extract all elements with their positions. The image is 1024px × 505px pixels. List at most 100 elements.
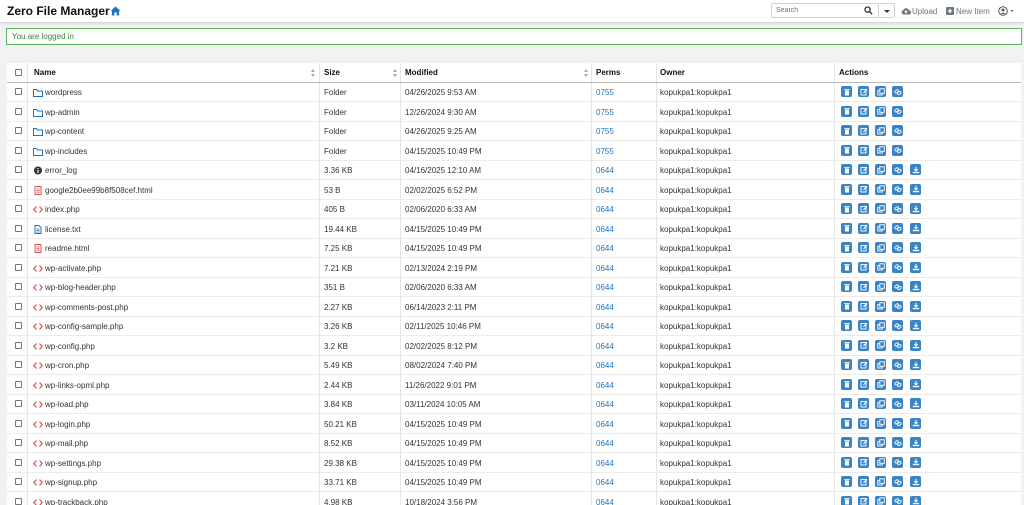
rename-button[interactable] xyxy=(858,378,869,390)
copy-button[interactable] xyxy=(875,242,886,253)
file-name-link[interactable]: wp-includes xyxy=(45,147,87,156)
copy-button[interactable] xyxy=(875,86,886,97)
file-name-link[interactable]: error_log xyxy=(45,166,77,175)
delete-button[interactable] xyxy=(841,339,852,351)
row-checkbox[interactable] xyxy=(15,185,22,193)
delete-button[interactable] xyxy=(841,164,852,175)
permissions-link[interactable]: 0644 xyxy=(596,303,614,312)
rename-button[interactable] xyxy=(858,164,869,175)
permissions-link[interactable]: 0644 xyxy=(596,459,614,468)
sort-icon[interactable] xyxy=(584,69,588,77)
direct-link-button[interactable] xyxy=(892,125,903,136)
permissions-link[interactable]: 0644 xyxy=(596,439,614,448)
delete-button[interactable] xyxy=(841,320,852,331)
row-checkbox[interactable] xyxy=(15,341,22,349)
file-name-link[interactable]: wp-blog-header.php xyxy=(45,283,116,292)
direct-link-button[interactable] xyxy=(892,339,903,351)
permissions-link[interactable]: 0644 xyxy=(596,420,614,429)
delete-button[interactable] xyxy=(841,203,852,214)
column-header-modified[interactable]: Modified xyxy=(405,68,438,77)
delete-button[interactable] xyxy=(841,378,852,390)
column-header-name[interactable]: Name xyxy=(34,68,56,77)
download-button[interactable] xyxy=(910,281,921,292)
row-checkbox[interactable] xyxy=(15,419,22,427)
file-name-link[interactable]: wp-activate.php xyxy=(45,264,101,273)
direct-link-button[interactable] xyxy=(892,203,903,214)
column-header-size[interactable]: Size xyxy=(324,68,340,77)
delete-button[interactable] xyxy=(841,125,852,136)
search-options-dropdown[interactable] xyxy=(879,3,895,18)
row-checkbox[interactable] xyxy=(15,88,22,95)
permissions-link[interactable]: 0644 xyxy=(596,244,614,253)
column-header-perms[interactable]: Perms xyxy=(596,68,620,77)
permissions-link[interactable]: 0644 xyxy=(596,166,614,175)
search-field[interactable] xyxy=(771,3,879,18)
row-checkbox[interactable] xyxy=(15,497,22,505)
home-icon[interactable] xyxy=(110,6,121,16)
download-button[interactable] xyxy=(910,398,921,409)
direct-link-button[interactable] xyxy=(892,359,903,370)
direct-link-button[interactable] xyxy=(892,320,903,331)
copy-button[interactable] xyxy=(875,203,886,214)
file-name-link[interactable]: wp-config.php xyxy=(45,342,95,351)
permissions-link[interactable]: 0644 xyxy=(596,205,614,214)
plus-square-icon[interactable] xyxy=(946,7,954,15)
rename-button[interactable] xyxy=(858,261,869,273)
rename-button[interactable] xyxy=(858,105,869,117)
copy-button[interactable] xyxy=(875,339,886,351)
delete-button[interactable] xyxy=(841,144,852,156)
row-checkbox[interactable] xyxy=(15,146,22,154)
row-checkbox[interactable] xyxy=(15,224,22,232)
direct-link-button[interactable] xyxy=(892,281,903,292)
delete-button[interactable] xyxy=(841,242,852,253)
file-name-link[interactable]: wp-mail.php xyxy=(45,439,88,448)
download-button[interactable] xyxy=(910,203,921,214)
upload-link[interactable]: Upload xyxy=(912,7,937,16)
download-button[interactable] xyxy=(910,378,921,390)
permissions-link[interactable]: 0755 xyxy=(596,88,614,97)
permissions-link[interactable]: 0644 xyxy=(596,186,614,195)
select-all-checkbox[interactable] xyxy=(15,69,22,76)
permissions-link[interactable]: 0644 xyxy=(596,342,614,351)
copy-button[interactable] xyxy=(875,105,886,117)
file-name-link[interactable]: wp-cron.php xyxy=(45,361,89,370)
rename-button[interactable] xyxy=(858,339,869,351)
copy-button[interactable] xyxy=(875,183,886,195)
row-checkbox[interactable] xyxy=(15,166,22,173)
copy-button[interactable] xyxy=(875,456,886,468)
direct-link-button[interactable] xyxy=(892,456,903,468)
direct-link-button[interactable] xyxy=(892,261,903,273)
copy-button[interactable] xyxy=(875,359,886,370)
file-name-link[interactable]: wordpress xyxy=(45,88,82,97)
delete-button[interactable] xyxy=(841,456,852,468)
rename-button[interactable] xyxy=(858,281,869,292)
rename-button[interactable] xyxy=(858,320,869,331)
row-checkbox[interactable] xyxy=(15,458,22,466)
permissions-link[interactable]: 0644 xyxy=(596,498,614,505)
file-name-link[interactable]: readme.html xyxy=(45,244,89,253)
file-name-link[interactable]: google2b0ee99b8f508cef.html xyxy=(45,186,153,195)
download-button[interactable] xyxy=(910,437,921,448)
permissions-link[interactable]: 0755 xyxy=(596,127,614,136)
file-name-link[interactable]: wp-links-opml.php xyxy=(45,381,109,390)
rename-button[interactable] xyxy=(858,476,869,487)
download-button[interactable] xyxy=(910,495,921,505)
copy-button[interactable] xyxy=(875,320,886,331)
delete-button[interactable] xyxy=(841,417,852,429)
delete-button[interactable] xyxy=(841,183,852,195)
rename-button[interactable] xyxy=(858,417,869,429)
download-button[interactable] xyxy=(910,476,921,487)
cloud-upload-icon[interactable] xyxy=(901,7,911,15)
row-checkbox[interactable] xyxy=(15,127,22,134)
row-checkbox[interactable] xyxy=(15,380,22,388)
copy-button[interactable] xyxy=(875,417,886,429)
row-checkbox[interactable] xyxy=(15,400,22,407)
row-checkbox[interactable] xyxy=(15,439,22,446)
sort-icon[interactable] xyxy=(393,69,397,77)
row-checkbox[interactable] xyxy=(15,283,22,290)
row-checkbox[interactable] xyxy=(15,302,22,310)
rename-button[interactable] xyxy=(858,242,869,253)
copy-button[interactable] xyxy=(875,261,886,273)
copy-button[interactable] xyxy=(875,495,886,505)
delete-button[interactable] xyxy=(841,281,852,292)
